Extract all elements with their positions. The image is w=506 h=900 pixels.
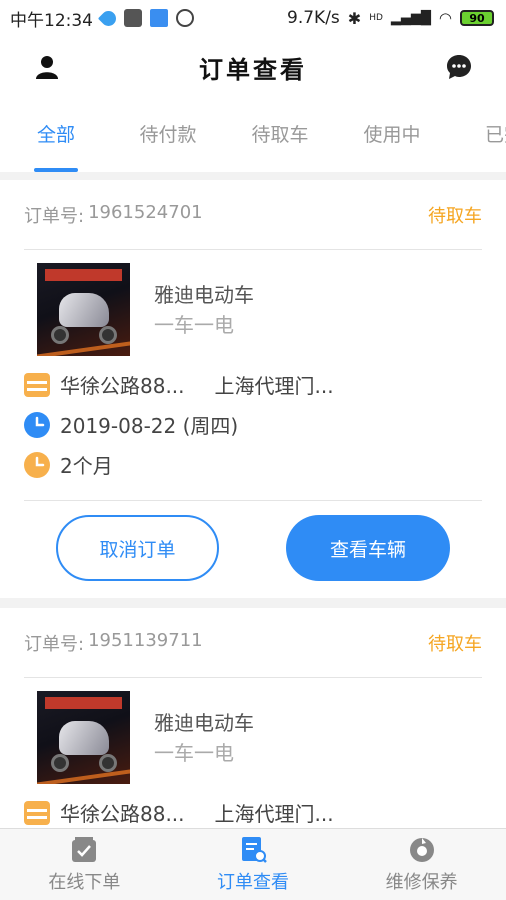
- profile-button[interactable]: [32, 52, 62, 82]
- order-card[interactable]: 订单号: 1961524701 待取车 雅迪电动车 一车一电 华徐公路88...…: [0, 180, 506, 598]
- order-number-label: 订单号:: [24, 633, 85, 655]
- duration-clock-icon: [24, 451, 50, 478]
- shop-text: 上海代理门...: [214, 374, 334, 398]
- messages-button[interactable]: [444, 52, 474, 82]
- app-notification-icon: [97, 7, 120, 29]
- order-number-label: 订单号:: [24, 205, 85, 227]
- divider: [24, 500, 482, 501]
- pickup-date: 2019-08-22 (周四): [24, 410, 238, 439]
- order-header: 订单号: 1961524701 待取车: [24, 180, 482, 250]
- status-badge: 待取车: [428, 633, 482, 655]
- order-number-value: 1951139711: [88, 629, 203, 651]
- product-description: 一车一电: [154, 312, 234, 337]
- status-badge: 待取车: [428, 205, 482, 227]
- app-header: 订单查看: [0, 36, 506, 98]
- product-description: 一车一电: [154, 740, 234, 765]
- order-card[interactable]: 订单号: 1951139711 待取车 雅迪电动车 一车一电 华徐公路88...…: [0, 608, 506, 838]
- signal-label: HD: [369, 13, 383, 23]
- cancel-order-button[interactable]: 取消订单: [56, 515, 219, 581]
- document-notification-icon: [150, 9, 168, 27]
- product-image: [37, 263, 130, 356]
- tab-completed[interactable]: 已完: [448, 98, 506, 172]
- tab-in-use[interactable]: 使用中: [336, 98, 448, 172]
- product-name: 雅迪电动车: [154, 710, 254, 735]
- order-number: 订单号: 1961524701: [24, 202, 203, 228]
- product-image: [37, 691, 130, 784]
- status-time: 中午12:34: [10, 10, 93, 31]
- checkbox-icon: [70, 836, 98, 864]
- product-info: 雅迪电动车 一车一电: [37, 263, 254, 356]
- order-filter-tabs: 全部 待付款 待取车 使用中 已完: [0, 98, 506, 172]
- address-text: 华徐公路88...: [60, 374, 185, 398]
- nav-online-order[interactable]: 在线下单: [0, 829, 169, 900]
- store-icon: [24, 800, 50, 825]
- bluetooth-icon: ✱: [347, 8, 362, 28]
- tab-pending-payment[interactable]: 待付款: [112, 98, 224, 172]
- battery-icon: 90: [460, 10, 494, 26]
- tab-pending-pickup[interactable]: 待取车: [224, 98, 336, 172]
- nav-maintenance[interactable]: 维修保养: [337, 829, 506, 900]
- document-search-icon: [239, 836, 267, 864]
- store-icon: [24, 372, 50, 397]
- status-bar: 中午12:34 9.7K/s ✱ HD ▂▄▆█ ◠ 90: [0, 0, 506, 36]
- view-vehicle-button[interactable]: 查看车辆: [286, 515, 450, 581]
- nav-label: 订单查看: [217, 871, 289, 893]
- nav-label: 在线下单: [48, 871, 121, 893]
- tab-all[interactable]: 全部: [0, 98, 112, 172]
- clock-icon: [24, 411, 50, 438]
- battery-level: 90: [469, 11, 485, 25]
- nav-order-view[interactable]: 订单查看: [169, 829, 338, 900]
- chat-icon: [447, 55, 471, 79]
- pickup-location: 华徐公路88... 上海代理门...: [24, 798, 334, 827]
- wifi-icon: ◠: [438, 9, 452, 27]
- order-number-value: 1961524701: [88, 201, 203, 223]
- address-text: 华徐公路88...: [60, 802, 185, 826]
- product-name: 雅迪电动车: [154, 282, 254, 307]
- pickup-location: 华徐公路88... 上海代理门...: [24, 370, 334, 399]
- maintenance-icon: [408, 836, 436, 864]
- product-info: 雅迪电动车 一车一电: [37, 691, 254, 784]
- block-icon: [176, 9, 194, 27]
- message-notification-icon: [124, 9, 142, 27]
- duration-text: 2个月: [60, 454, 113, 478]
- user-icon: [36, 56, 58, 79]
- page-title: 订单查看: [199, 55, 307, 84]
- rental-duration: 2个月: [24, 450, 113, 479]
- shop-text: 上海代理门...: [214, 802, 334, 826]
- date-text: 2019-08-22 (周四): [60, 414, 239, 438]
- order-header: 订单号: 1951139711 待取车: [24, 608, 482, 678]
- nav-label: 维修保养: [385, 871, 458, 893]
- bottom-navigation: 在线下单 订单查看 维修保养: [0, 828, 506, 900]
- order-number: 订单号: 1951139711: [24, 630, 203, 656]
- signal-icon: ▂▄▆█: [390, 10, 431, 26]
- network-speed: 9.7K/s: [287, 8, 340, 28]
